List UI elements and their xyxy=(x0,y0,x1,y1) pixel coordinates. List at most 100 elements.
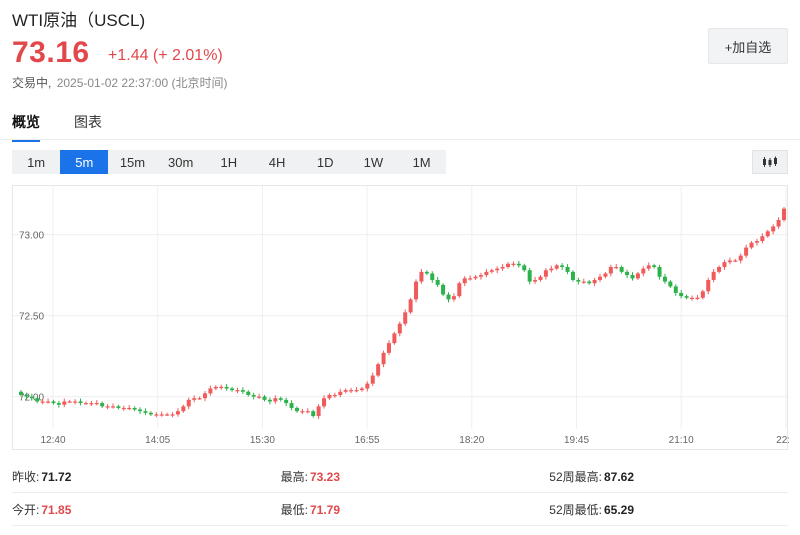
candle-body xyxy=(662,276,667,282)
candle-body xyxy=(73,401,78,403)
tab-chart[interactable]: 图表 xyxy=(74,112,102,142)
candle-body xyxy=(744,247,749,256)
x-tick-label: 16:55 xyxy=(355,435,380,446)
interval-30m[interactable]: 30m xyxy=(157,150,205,174)
interval-15m[interactable]: 15m xyxy=(108,150,156,174)
candle-body xyxy=(300,411,305,413)
chart-type-button[interactable] xyxy=(752,150,788,174)
price-chart[interactable]: 73.0072.5072.0012:4014:0515:3016:5518:20… xyxy=(12,185,789,450)
candle-body xyxy=(570,271,575,280)
add-to-watchlist-button[interactable]: +加自选 xyxy=(708,28,788,64)
candle-body xyxy=(246,391,251,395)
candle-body xyxy=(273,398,278,402)
candle-body xyxy=(722,262,727,267)
x-tick-label: 12:40 xyxy=(40,435,65,446)
candle-body xyxy=(478,275,483,277)
candle-body xyxy=(543,270,548,277)
candle-body xyxy=(154,414,159,416)
candle-body xyxy=(727,260,732,263)
interval-1h[interactable]: 1H xyxy=(205,150,253,174)
stat-low: 最低: 71.79 xyxy=(280,502,341,517)
candle-body xyxy=(695,297,700,299)
candle-body xyxy=(192,398,197,400)
interval-1d[interactable]: 1D xyxy=(301,150,349,174)
candle-body xyxy=(646,265,651,269)
candle-body xyxy=(138,409,143,412)
candle-body xyxy=(538,276,543,280)
candle-body xyxy=(105,406,110,408)
candle-body xyxy=(159,414,164,416)
candle-body xyxy=(349,390,354,392)
candle-body xyxy=(468,278,473,280)
candle-body xyxy=(673,286,678,293)
stat-prev-close: 昨收: 71.72 xyxy=(12,469,72,484)
candle-body xyxy=(717,267,722,272)
stat-value: 73.23 xyxy=(309,469,341,484)
candle-body xyxy=(386,343,391,353)
candle-body xyxy=(365,383,370,389)
candle-body xyxy=(441,284,446,295)
candle-body xyxy=(175,411,180,415)
interval-4h[interactable]: 4H xyxy=(253,150,301,174)
candle-body xyxy=(511,263,516,265)
candle-body xyxy=(419,271,424,282)
interval-1w[interactable]: 1W xyxy=(349,150,397,174)
candle-body xyxy=(592,279,597,284)
candle-body xyxy=(560,265,565,267)
stats-table: 昨收: 71.72 最高: 73.23 52周最高: 87.62 今开: 71.85 最… xyxy=(12,460,788,526)
stats-row: 今开: 71.85 最低: 71.79 52周最低: 65.29 xyxy=(12,493,788,526)
candle-body xyxy=(657,267,662,277)
stat-value: 71.72 xyxy=(41,469,72,484)
candle-body xyxy=(110,406,115,408)
candle-body xyxy=(40,401,45,403)
candle-body xyxy=(625,271,630,276)
x-tick-label: 21:10 xyxy=(669,435,694,446)
current-price: 73.16 xyxy=(12,36,90,69)
candle-body xyxy=(262,396,267,400)
status-timestamp: 2025-01-02 22:37:00 (北京时间) xyxy=(56,76,228,90)
candle-body xyxy=(457,283,462,297)
stat-52w-high: 52周最高: 87.62 xyxy=(549,469,634,484)
candle-body xyxy=(294,407,299,412)
candlestick-chart: 73.0072.5072.0012:4014:0515:3016:5518:20… xyxy=(13,186,789,446)
candle-body xyxy=(700,291,705,298)
status-label: 交易中, xyxy=(12,76,52,90)
candle-body xyxy=(668,281,673,287)
candle-body xyxy=(327,394,332,399)
interval-1m[interactable]: 1m xyxy=(12,150,60,174)
candle-body xyxy=(224,386,229,389)
tab-overview[interactable]: 概览 xyxy=(12,112,40,142)
candle-body xyxy=(381,352,386,365)
candle-body xyxy=(652,265,657,267)
candle-body xyxy=(446,294,451,300)
interval-1mo[interactable]: 1M xyxy=(398,150,446,174)
candle-body xyxy=(754,241,759,243)
candle-body xyxy=(733,260,738,262)
candle-body xyxy=(29,396,34,399)
trading-status: 交易中, 2025-01-02 22:37:00 (北京时间) xyxy=(12,74,227,91)
candle-body xyxy=(121,407,126,410)
x-tick-label: 15:30 xyxy=(250,435,275,446)
candle-body xyxy=(51,401,56,404)
stats-row: 昨收: 71.72 最高: 73.23 52周最高: 87.62 xyxy=(12,460,788,493)
candle-body xyxy=(89,403,94,405)
candle-body xyxy=(267,399,272,402)
stat-value: 71.79 xyxy=(309,502,341,517)
candle-body xyxy=(771,226,776,232)
candle-body xyxy=(376,364,381,376)
candle-body xyxy=(516,263,521,266)
candle-body xyxy=(24,394,29,397)
candle-body xyxy=(408,299,413,313)
candle-body xyxy=(679,292,684,297)
interval-5m[interactable]: 5m xyxy=(60,150,109,174)
candle-body xyxy=(749,242,754,248)
y-tick-label: 72.50 xyxy=(19,312,44,323)
candle-body xyxy=(484,271,489,276)
candle-body xyxy=(435,279,440,285)
stat-high: 最高: 73.23 xyxy=(280,469,341,484)
candle-body xyxy=(690,297,695,299)
candle-body xyxy=(603,273,608,277)
candle-body xyxy=(170,414,175,416)
candle-body xyxy=(614,267,619,269)
tab-divider xyxy=(0,139,800,140)
